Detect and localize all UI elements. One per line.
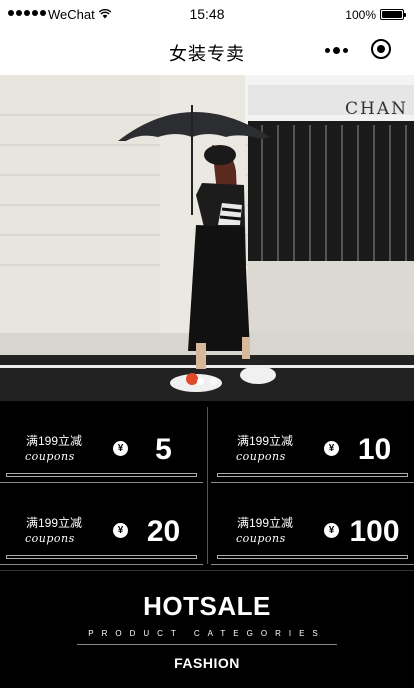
coupon-divider <box>217 555 408 559</box>
status-bar: WeChat 15:48 100% <box>0 0 414 30</box>
coupon-script-label: coupons <box>25 450 75 463</box>
yen-icon: ¥ <box>113 523 128 538</box>
coupon-divider <box>6 555 197 559</box>
yen-icon: ¥ <box>113 441 128 456</box>
coupon-script-label: coupons <box>25 532 75 545</box>
banner-carousel[interactable]: CHAN <box>0 75 414 401</box>
carousel-dot[interactable] <box>197 378 204 385</box>
coupon-card[interactable]: 满199立减 coupons ¥ 10 <box>211 407 414 483</box>
hotsale-section: HOTSALE PRODUCT CATEGORIES FASHION <box>0 570 414 688</box>
category-label[interactable]: FASHION <box>0 655 414 671</box>
carousel-dot[interactable] <box>210 378 217 385</box>
yen-icon: ¥ <box>324 523 339 538</box>
coupon-card[interactable]: 满199立减 coupons ¥ 20 <box>0 489 203 565</box>
coupon-card[interactable]: 满199立减 coupons ¥ 100 <box>211 489 414 565</box>
storefront-sign: CHAN <box>345 99 408 119</box>
coupon-divider <box>217 473 408 477</box>
coupon-condition: 满199立减 <box>26 434 83 448</box>
coupon-card[interactable]: 满199立减 coupons ¥ 5 <box>0 407 203 483</box>
coupon-divider <box>6 473 197 477</box>
coupon-script-label: coupons <box>236 532 286 545</box>
yen-icon: ¥ <box>324 441 339 456</box>
coupon-amount: 20 <box>146 515 181 548</box>
more-options-icon[interactable] <box>325 47 348 54</box>
carousel-indicator <box>0 378 414 385</box>
page-title: 女装专卖 <box>169 44 245 64</box>
battery-percent: 100% <box>345 8 376 22</box>
coupon-script-label: coupons <box>236 450 286 463</box>
battery-icon <box>380 9 406 20</box>
section-divider <box>77 644 337 645</box>
coupon-condition: 满199立减 <box>237 434 294 448</box>
section-subtitle: PRODUCT CATEGORIES <box>88 629 326 638</box>
banner-image: CHAN <box>0 75 414 401</box>
coupon-grid: 满199立减 coupons ¥ 5 满199立减 coupons ¥ 10 满… <box>0 401 414 570</box>
coupon-column-separator <box>207 407 208 564</box>
section-title: HOTSALE <box>143 591 271 621</box>
coupon-amount: 10 <box>357 433 392 466</box>
nav-bar: 女装专卖 <box>0 30 414 74</box>
coupon-amount: 5 <box>155 433 172 466</box>
close-miniprogram-icon[interactable] <box>371 39 391 59</box>
coupon-condition: 满199立减 <box>237 516 294 530</box>
coupon-condition: 满199立减 <box>26 516 83 530</box>
coupon-amount: 100 <box>349 515 400 548</box>
